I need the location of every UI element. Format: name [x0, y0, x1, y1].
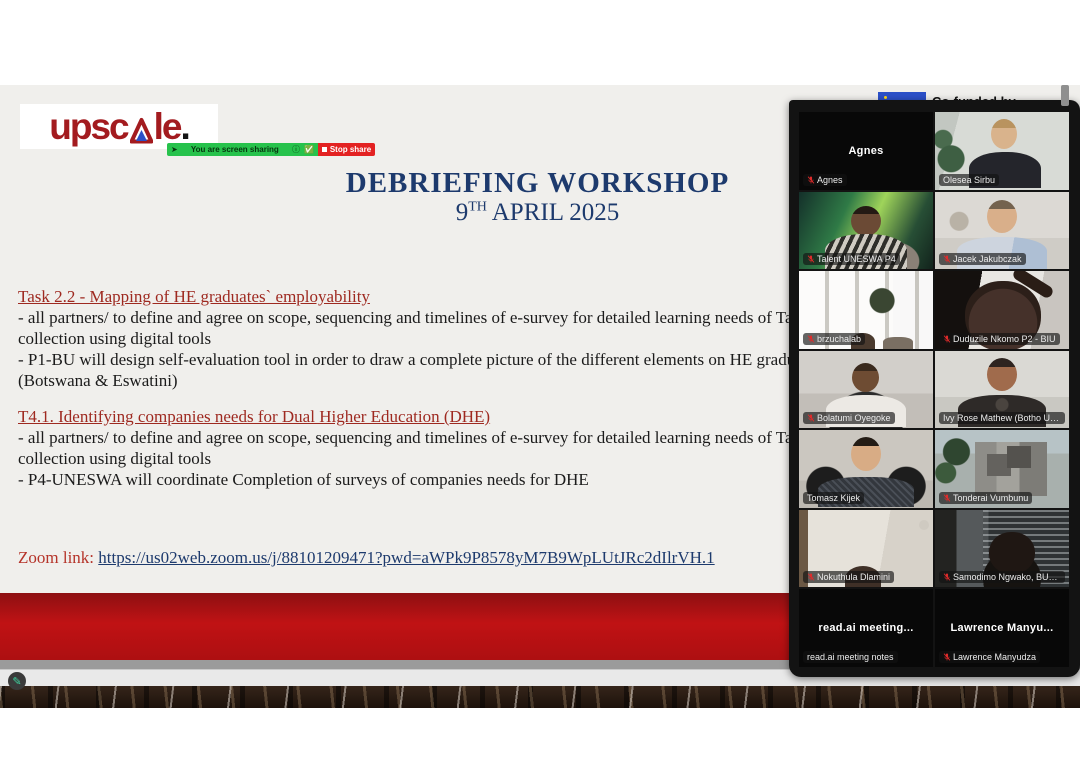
participant-name-tag: Agnes [803, 174, 847, 186]
participant-tile-ivy-rose-mathew[interactable]: Ivy Rose Mathew (Botho University) [935, 351, 1069, 429]
muted-mic-icon [943, 493, 951, 503]
logo-text-left: upsc [49, 108, 127, 145]
participant-name-tag: read.ai meeting notes [803, 651, 898, 663]
logo-period: . [180, 108, 188, 145]
logo-text-right: le [154, 108, 181, 145]
participant-tile-samodimo-ngwako[interactable]: Samodimo Ngwako, BUAN - Botsw... [935, 510, 1069, 588]
muted-mic-icon [807, 572, 815, 582]
participant-name-tag: Lawrence Manyudza [939, 651, 1040, 663]
muted-mic-icon [807, 175, 815, 185]
video-gallery-panel: Agnes Agnes Olesea Sirbu Talent UNESWA P… [789, 100, 1080, 677]
annotate-pencil-button[interactable]: ✎ [8, 672, 26, 690]
participant-tile-nokuthula-dlamini[interactable]: Nokuthula Dlamini [799, 510, 933, 588]
muted-mic-icon [943, 334, 951, 344]
muted-mic-icon [807, 254, 815, 264]
share-info-icon[interactable]: ⓘ [292, 143, 300, 156]
participant-name-tag: Samodimo Ngwako, BUAN - Botsw... [939, 571, 1065, 583]
muted-mic-icon [943, 254, 951, 264]
participant-name-tag: Duduzile Nkomo P2 - BIU [939, 333, 1060, 345]
participant-name-tag: Talent UNESWA P4 [803, 253, 900, 265]
participant-name-tag: brzuchalab [803, 333, 865, 345]
stop-share-label: Stop share [330, 143, 371, 156]
zoom-link-label: Zoom link: [18, 548, 94, 567]
participant-tile-lawrence-manyudza[interactable]: Lawrence Manyu... Lawrence Manyudza [935, 589, 1069, 667]
muted-mic-icon [807, 334, 815, 344]
participant-tile-agnes[interactable]: Agnes Agnes [799, 112, 933, 190]
screen-sharing-message: You are screen sharing [182, 143, 288, 156]
share-cursor-icon: ➤ [171, 143, 178, 156]
participant-name-tag: Nokuthula Dlamini [803, 571, 894, 583]
share-check-icon[interactable]: ✅ [304, 143, 314, 156]
pencil-icon: ✎ [12, 675, 21, 688]
participant-tile-tomasz-kijek[interactable]: Tomasz Kijek [799, 430, 933, 508]
participant-name-tag: Jacek Jakubczak [939, 253, 1026, 265]
brick-texture-band [0, 686, 1080, 708]
scrollbar-thumb[interactable] [1061, 85, 1069, 106]
participant-tile-bolatumi-oyegoke[interactable]: Bolatumi Oyegoke [799, 351, 933, 429]
stop-share-button[interactable]: Stop share [318, 143, 375, 156]
participant-name-tag: Bolatumi Oyegoke [803, 412, 895, 424]
muted-mic-icon [807, 413, 815, 423]
participant-grid: Agnes Agnes Olesea Sirbu Talent UNESWA P… [799, 112, 1069, 667]
participant-tile-talent-uneswa[interactable]: Talent UNESWA P4 [799, 192, 933, 270]
participant-name-tag: Olesea Sirbu [939, 174, 999, 186]
participant-tile-jacek-jakubczak[interactable]: Jacek Jakubczak [935, 192, 1069, 270]
participant-name-tag: Ivy Rose Mathew (Botho University) [939, 412, 1065, 424]
muted-mic-icon [943, 572, 951, 582]
stop-square-icon [322, 147, 327, 152]
logo-triangle-a-icon [130, 117, 153, 144]
participant-tile-readai[interactable]: read.ai meeting... read.ai meeting notes [799, 589, 933, 667]
zoom-link-url[interactable]: https://us02web.zoom.us/j/88101209471?pw… [98, 548, 714, 567]
participant-tile-olesea-sirbu[interactable]: Olesea Sirbu [935, 112, 1069, 190]
screen-sharing-bar: ➤ You are screen sharing ⓘ ✅ Stop share [167, 143, 375, 156]
participant-tile-brzuchalab[interactable]: brzuchalab [799, 271, 933, 349]
participant-tile-duduzile-nkomo[interactable]: Duduzile Nkomo P2 - BIU [935, 271, 1069, 349]
participant-name-tag: Tonderai Vumbunu [939, 492, 1032, 504]
muted-mic-icon [943, 652, 951, 662]
participant-name-tag: Tomasz Kijek [803, 492, 864, 504]
participant-tile-tonderai-vumbunu[interactable]: Tonderai Vumbunu [935, 430, 1069, 508]
screen-sharing-status: ➤ You are screen sharing ⓘ ✅ [167, 143, 318, 156]
